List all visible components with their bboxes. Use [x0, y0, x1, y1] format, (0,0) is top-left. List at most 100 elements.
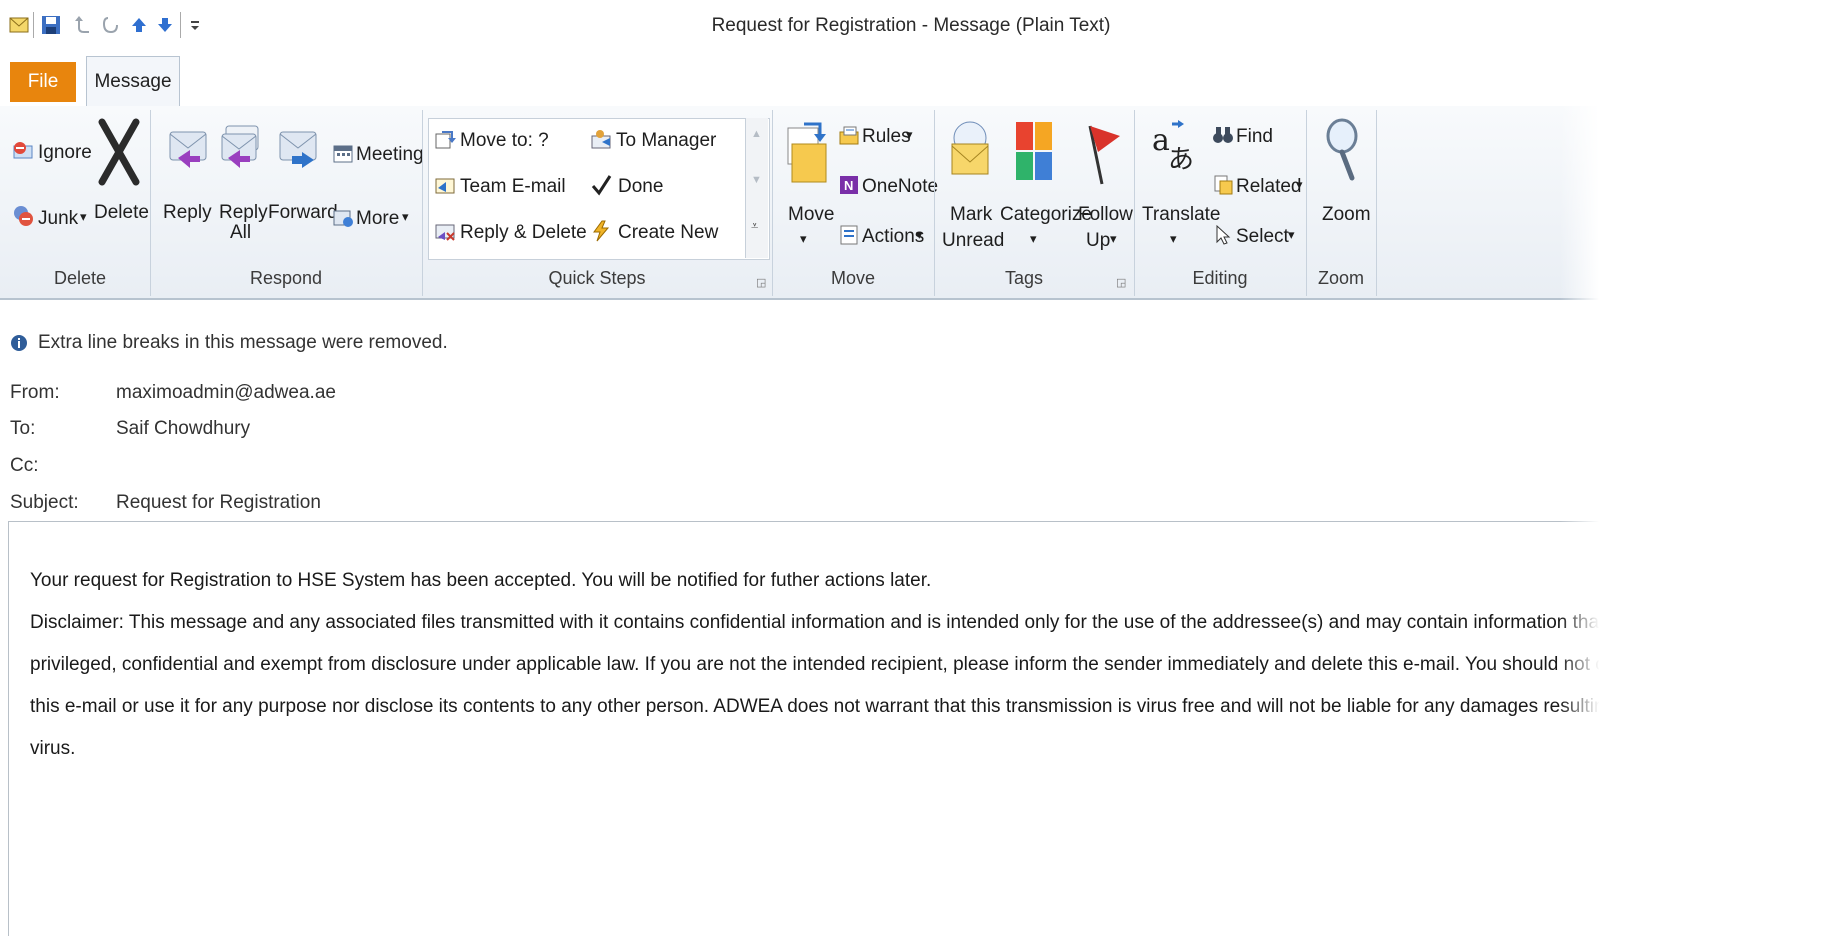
- tags-dialog-launcher-icon[interactable]: ◲: [1116, 276, 1126, 289]
- reply-all-label-line2: All: [230, 222, 252, 243]
- zoom-label: Zoom: [1322, 204, 1371, 225]
- delete-x-icon: [96, 118, 142, 186]
- forward-label: Forward: [268, 202, 338, 223]
- more-label: More: [356, 208, 400, 229]
- onenote-label: OneNote: [862, 176, 939, 197]
- more-dropdown-icon: ▾: [402, 209, 409, 224]
- scroll-up-icon[interactable]: ▲: [751, 128, 762, 140]
- junk-label: Junk: [38, 208, 79, 229]
- group-label-quick-steps: Quick Steps: [548, 268, 646, 288]
- reply-all-button[interactable]: Reply All: [214, 118, 268, 258]
- follow-up-button[interactable]: Follow Up ▾: [1076, 118, 1133, 268]
- mark-unread-label-line2: Unread: [942, 230, 1005, 251]
- group-separator: [1376, 110, 1377, 296]
- info-bar-text: Extra line breaks in this message were r…: [38, 332, 448, 353]
- done-label: Done: [618, 176, 664, 197]
- move-button[interactable]: Move ▾: [782, 118, 835, 268]
- mark-unread-envelope-icon: [946, 118, 994, 175]
- info-icon: [10, 334, 28, 357]
- flag-icon: [1082, 122, 1130, 185]
- follow-up-dropdown-icon: ▾: [1110, 231, 1117, 246]
- actions-label: Actions: [862, 226, 925, 247]
- more-respond-icon: [332, 206, 354, 228]
- delete-button[interactable]: Delete: [92, 118, 149, 238]
- sent-value: Mon 4/2: [1724, 382, 1793, 403]
- create-new-label: Create New: [618, 222, 719, 243]
- reply-button[interactable]: Reply: [160, 118, 212, 238]
- quick-steps-scrollbar[interactable]: ▲ ▼ ⩡: [745, 118, 768, 258]
- actions-icon: [838, 224, 860, 246]
- translate-icon: aあ: [1150, 118, 1198, 175]
- body-line: Disclaimer: This message and any associa…: [30, 612, 1624, 633]
- tab-file[interactable]: File: [10, 62, 76, 102]
- group-label-move: Move: [830, 268, 875, 288]
- mark-unread-button[interactable]: Mark Unread: [942, 118, 1004, 268]
- select-label: Select: [1236, 226, 1289, 247]
- checkmark-icon: [590, 174, 612, 196]
- sent-label: Sent:: [1662, 382, 1707, 403]
- junk-dropdown-icon: ▾: [80, 209, 87, 224]
- onenote-icon: N: [838, 174, 860, 196]
- binoculars-icon: [1212, 124, 1234, 146]
- title-bar: Request for Registration - Message (Plai…: [0, 0, 1822, 58]
- to-label: To:: [10, 418, 36, 439]
- related-label: Related: [1236, 176, 1302, 197]
- magnifier-icon: [1320, 118, 1368, 181]
- gallery-more-icon[interactable]: ⩡: [751, 218, 758, 234]
- junk-icon: [12, 204, 34, 226]
- zoom-button[interactable]: Zoom: [1314, 118, 1371, 268]
- cursor-arrow-icon: [1212, 224, 1234, 246]
- translate-dropdown-icon: ▾: [1170, 231, 1177, 246]
- categorize-button[interactable]: Categorize ▾: [998, 118, 1092, 268]
- delete-label: Delete: [94, 202, 149, 223]
- move-label: Move: [788, 204, 835, 225]
- rules-icon: [838, 124, 860, 146]
- find-label: Find: [1236, 126, 1273, 147]
- categorize-icon: [1014, 120, 1062, 180]
- move-dropdown-icon: ▾: [800, 231, 807, 246]
- meeting-label: Meeting: [356, 144, 424, 165]
- translate-label: Translate: [1142, 204, 1221, 225]
- group-label-zoom: Zoom: [1317, 268, 1364, 288]
- body-line: this e-mail or use it for any purpose no…: [30, 696, 1633, 717]
- actions-dropdown-icon: ▾: [916, 227, 923, 242]
- group-label-delete: Delete: [53, 268, 107, 288]
- related-icon: [1212, 174, 1234, 196]
- rules-dropdown-icon: ▾: [906, 127, 913, 142]
- team-email-label: Team E-mail: [460, 176, 566, 197]
- svg-text:あ: あ: [1168, 145, 1194, 175]
- group-label-editing: Editing: [1192, 268, 1248, 288]
- quick-steps-dialog-launcher-icon[interactable]: ◲: [756, 276, 766, 289]
- team-email-icon: [434, 174, 456, 196]
- to-manager-icon: [590, 128, 612, 150]
- body-line: virus.: [30, 738, 76, 759]
- reply-all-icon: [216, 122, 264, 170]
- follow-up-label-line2: Up: [1086, 230, 1111, 251]
- ignore-label: Ignore: [38, 142, 92, 163]
- reply-label: Reply: [163, 202, 212, 223]
- subject-value: Request for Registration: [116, 492, 321, 513]
- body-line: privileged, confidential and exempt from…: [30, 654, 1605, 675]
- move-folder-icon: [784, 120, 832, 183]
- reply-all-label-line1: Reply: [219, 202, 268, 223]
- from-value[interactable]: maximoadmin@adwea.ae: [116, 382, 336, 404]
- ribbon-tab-strip: [0, 58, 1822, 107]
- mark-unread-label-line1: Mark: [950, 204, 993, 225]
- follow-up-label-line1: Follow: [1078, 204, 1133, 225]
- scroll-down-icon[interactable]: ▼: [751, 174, 762, 186]
- translate-button[interactable]: aあ Translate ▾: [1140, 118, 1221, 268]
- subject-label: Subject:: [10, 492, 79, 513]
- reply-icon: [164, 122, 212, 170]
- tab-message[interactable]: Message: [86, 56, 180, 107]
- group-label-tags: Tags: [1004, 268, 1044, 288]
- forward-button[interactable]: Forward: [266, 118, 338, 238]
- reply-delete-icon: [434, 220, 456, 242]
- select-dropdown-icon: ▾: [1288, 227, 1295, 242]
- window-title: Request for Registration - Message (Plai…: [711, 15, 1111, 36]
- move-to-folder-icon: [434, 128, 456, 150]
- to-value[interactable]: Saif Chowdhury: [116, 418, 250, 440]
- to-manager-label: To Manager: [616, 130, 717, 151]
- forward-icon: [274, 122, 322, 170]
- categorize-dropdown-icon: ▾: [1030, 231, 1037, 246]
- ignore-icon: [12, 140, 34, 162]
